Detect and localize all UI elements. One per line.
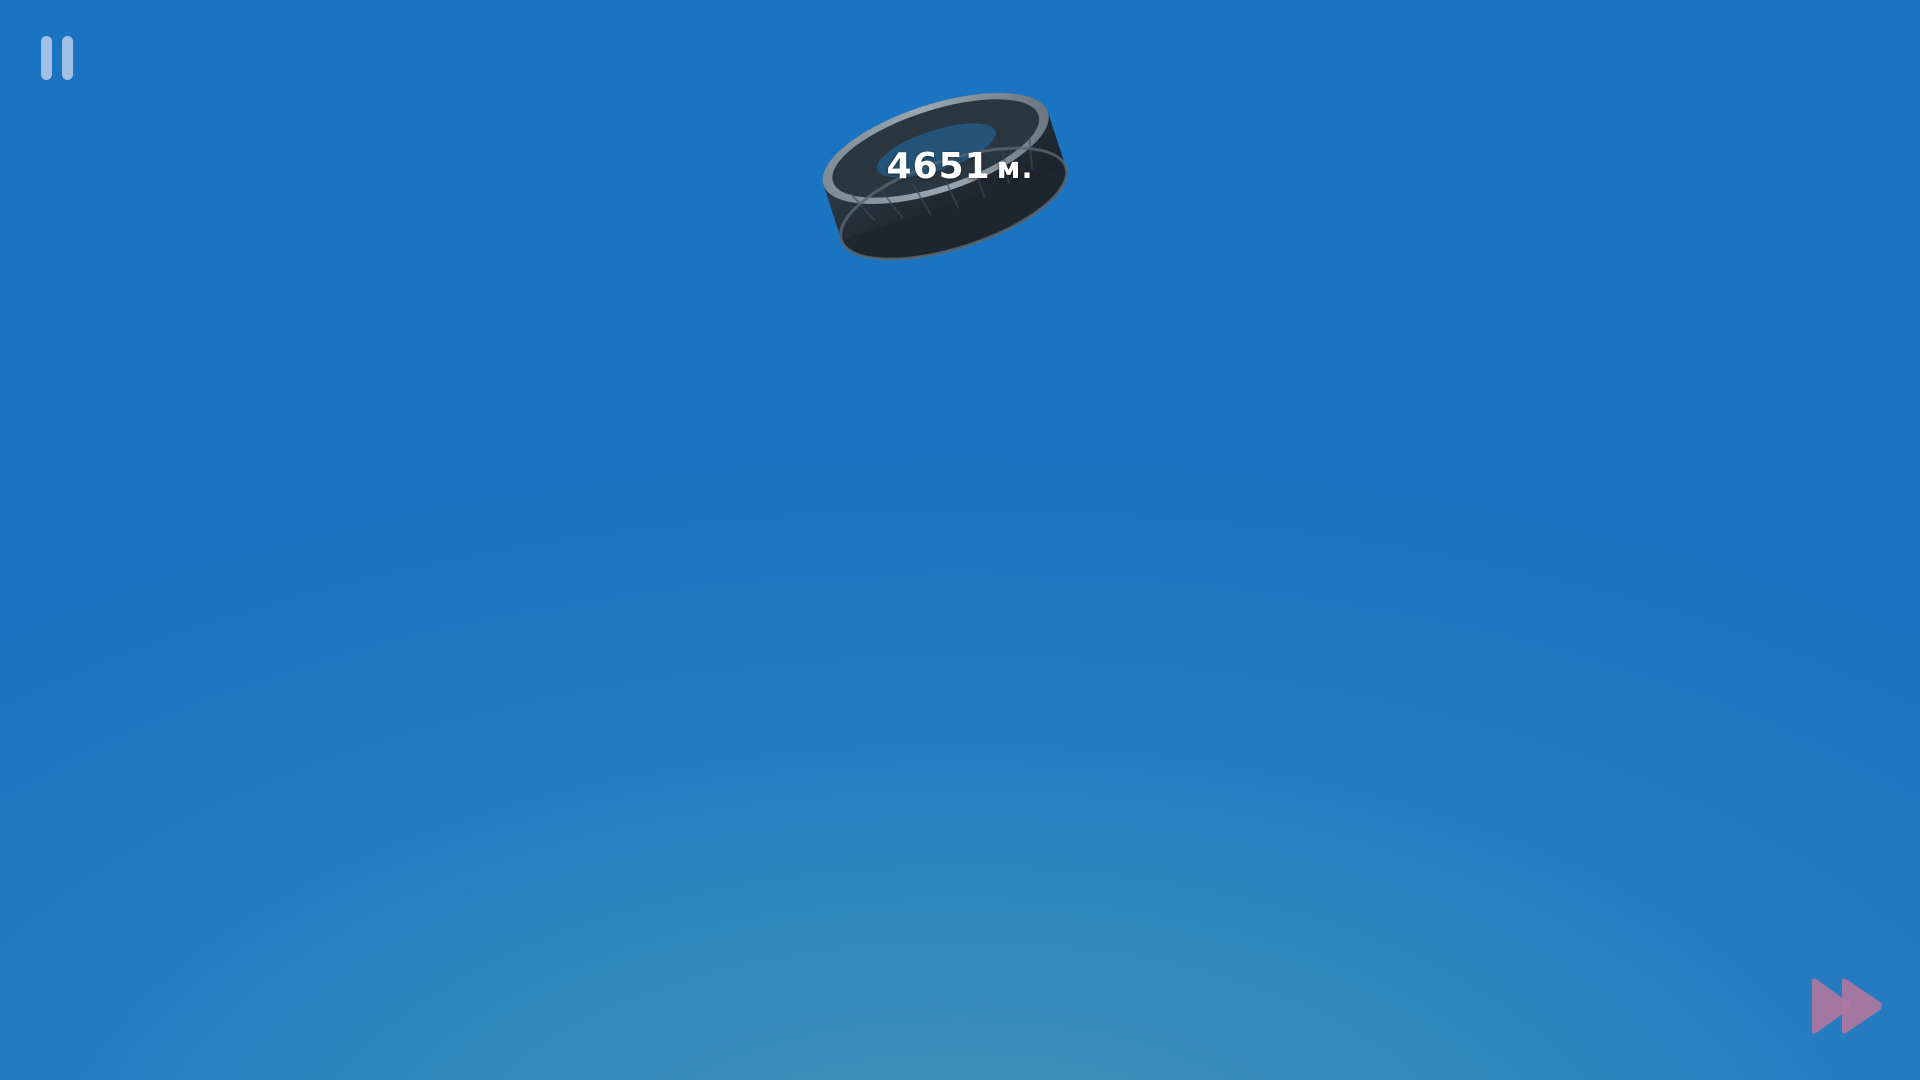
pause-button[interactable] [38, 34, 78, 82]
pause-icon-bar-right [62, 36, 73, 80]
distance-unit: м. [996, 151, 1034, 185]
pause-icon-bar-left [41, 36, 52, 80]
fast-forward-icon [1812, 978, 1882, 1034]
fast-forward-button[interactable] [1808, 975, 1886, 1037]
distance-counter: 4651 м. [880, 146, 1040, 187]
game-scene: 4651 м. [0, 0, 1920, 1080]
distance-value: 4651 [886, 146, 991, 187]
